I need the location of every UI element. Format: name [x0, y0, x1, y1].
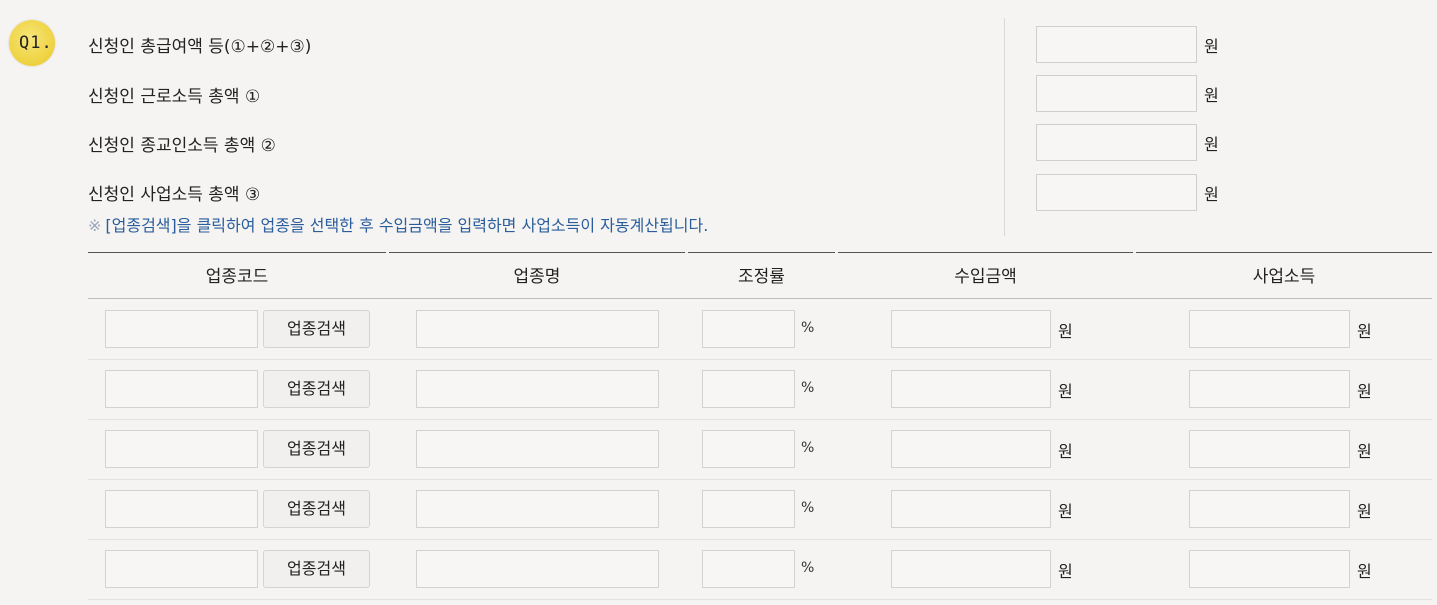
row-divider	[88, 599, 1432, 600]
row-divider	[88, 419, 1432, 420]
revenue-input[interactable]	[891, 490, 1051, 528]
industry-search-button[interactable]: 업종검색	[263, 370, 370, 408]
notice-message: [업종검색]을 클릭하여 업종을 선택한 후 수입금액을 입력하면 사업소득이 …	[105, 216, 709, 235]
col-header-income: 사업소득	[1252, 267, 1316, 287]
reference-mark-icon: ※	[88, 216, 102, 235]
header-gap	[685, 252, 688, 254]
summary-earned-unit: 원	[1204, 86, 1219, 105]
revenue-input[interactable]	[891, 430, 1051, 468]
revenue-unit: 원	[1058, 562, 1073, 581]
revenue-input[interactable]	[891, 370, 1051, 408]
industry-search-button[interactable]: 업종검색	[263, 430, 370, 468]
business-income-input[interactable]	[1189, 550, 1350, 588]
header-bottom-border	[88, 298, 1432, 299]
industry-code-input[interactable]	[105, 370, 258, 408]
summary-total-input[interactable]	[1036, 26, 1197, 63]
business-income-input[interactable]	[1189, 370, 1350, 408]
adjust-rate-input[interactable]	[702, 310, 795, 348]
percent-unit: %	[801, 500, 815, 516]
income-unit: 원	[1357, 502, 1372, 521]
header-gap	[835, 252, 838, 254]
adjust-rate-input[interactable]	[702, 430, 795, 468]
industry-name-input[interactable]	[416, 550, 659, 588]
business-income-input[interactable]	[1189, 490, 1350, 528]
adjust-rate-input[interactable]	[702, 370, 795, 408]
income-unit: 원	[1357, 382, 1372, 401]
row-divider	[88, 359, 1432, 360]
summary-business-unit: 원	[1204, 185, 1219, 204]
percent-unit: %	[801, 440, 815, 456]
row-divider	[88, 539, 1432, 540]
row-divider	[88, 479, 1432, 480]
summary-business-input[interactable]	[1036, 174, 1197, 211]
industry-code-input[interactable]	[105, 550, 258, 588]
business-income-input[interactable]	[1189, 430, 1350, 468]
revenue-unit: 원	[1058, 442, 1073, 461]
col-header-rate: 조정률	[738, 267, 785, 287]
revenue-unit: 원	[1058, 502, 1073, 521]
summary-earned-input[interactable]	[1036, 75, 1197, 112]
industry-code-input[interactable]	[105, 490, 258, 528]
industry-code-input[interactable]	[105, 430, 258, 468]
percent-unit: %	[801, 380, 815, 396]
income-unit: 원	[1357, 562, 1372, 581]
industry-code-input[interactable]	[105, 310, 258, 348]
summary-religious-input[interactable]	[1036, 124, 1197, 161]
industry-name-input[interactable]	[416, 370, 659, 408]
percent-unit: %	[801, 560, 815, 576]
table-top-border	[88, 252, 1432, 253]
income-unit: 원	[1357, 322, 1372, 341]
industry-search-button[interactable]: 업종검색	[263, 550, 370, 588]
question-number: Q1.	[19, 33, 53, 53]
header-gap	[1133, 252, 1136, 254]
adjust-rate-input[interactable]	[702, 550, 795, 588]
percent-unit: %	[801, 320, 815, 336]
business-income-input[interactable]	[1189, 310, 1350, 348]
question-badge: Q1.	[9, 20, 61, 66]
revenue-input[interactable]	[891, 310, 1051, 348]
header-gap	[386, 252, 389, 254]
notice-text: ※ [업종검색]을 클릭하여 업종을 선택한 후 수입금액을 입력하면 사업소득이…	[88, 212, 708, 236]
revenue-input[interactable]	[891, 550, 1051, 588]
summary-label-religious: 신청인 종교인소득 총액 ②	[88, 136, 276, 156]
summary-label-earned: 신청인 근로소득 총액 ①	[88, 87, 261, 107]
industry-name-input[interactable]	[416, 310, 659, 348]
col-header-code: 업종코드	[205, 267, 269, 287]
col-header-name: 업종명	[513, 267, 561, 287]
summary-total-unit: 원	[1204, 37, 1219, 56]
summary-religious-unit: 원	[1204, 135, 1219, 154]
summary-divider	[1004, 18, 1005, 236]
industry-name-input[interactable]	[416, 430, 659, 468]
col-header-revenue: 수입금액	[954, 267, 1017, 287]
adjust-rate-input[interactable]	[702, 490, 795, 528]
revenue-unit: 원	[1058, 382, 1073, 401]
industry-search-button[interactable]: 업종검색	[263, 310, 370, 348]
industry-name-input[interactable]	[416, 490, 659, 528]
income-unit: 원	[1357, 442, 1372, 461]
summary-label-business: 신청인 사업소득 총액 ③	[88, 185, 261, 205]
summary-label-total: 신청인 총급여액 등(①+②+③)	[88, 37, 312, 57]
revenue-unit: 원	[1058, 322, 1073, 341]
industry-search-button[interactable]: 업종검색	[263, 490, 370, 528]
